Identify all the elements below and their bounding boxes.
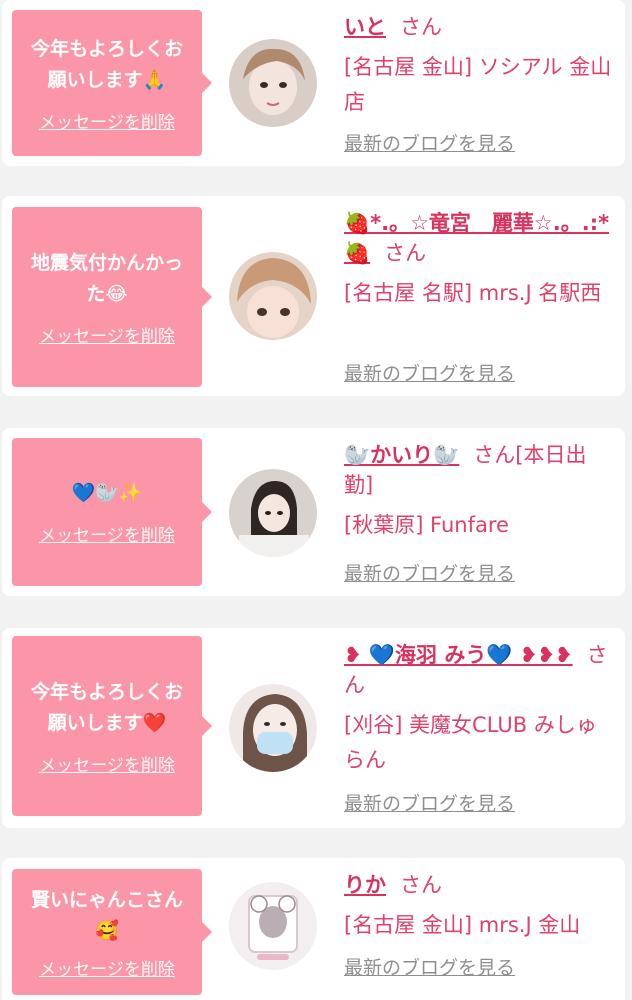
- avatar[interactable]: [229, 684, 317, 772]
- message-bubble: 今年もよろしくお願いします❤️ メッセージを削除: [12, 636, 212, 816]
- latest-blog-link[interactable]: 最新のブログを見る: [344, 953, 515, 980]
- latest-blog-link[interactable]: 最新のブログを見る: [344, 359, 515, 386]
- message-list: 今年もよろしくお願いします🙏 メッセージを削除 いと さん [名古屋 金山] ソシ…: [0, 0, 632, 1000]
- delete-message-link[interactable]: メッセージを削除: [39, 322, 175, 347]
- avatar[interactable]: [229, 469, 317, 557]
- delete-message-link[interactable]: メッセージを削除: [39, 521, 175, 546]
- message-text: 賢いにゃんこさん🥰: [30, 888, 183, 942]
- avatar[interactable]: [229, 882, 317, 970]
- message-text: 今年もよろしくお願いします🙏: [30, 37, 183, 91]
- honorific: さん: [384, 241, 427, 265]
- latest-blog-link[interactable]: 最新のブログを見る: [344, 789, 515, 816]
- shop-info: [名古屋 名駅] mrs.J 名駅西: [344, 281, 602, 305]
- message-bubble: 💙🦭✨ メッセージを削除: [12, 438, 212, 586]
- message-text: 地震気付かんかった😂: [30, 251, 183, 305]
- latest-blog-link[interactable]: 最新のブログを見る: [344, 559, 515, 586]
- sender-name-link[interactable]: りか: [344, 873, 386, 897]
- sender-name-link[interactable]: いと: [344, 15, 386, 39]
- avatar[interactable]: [229, 39, 317, 127]
- message-text: 今年もよろしくお願いします❤️: [30, 680, 183, 734]
- shop-info: [秋葉原] Funfare: [344, 513, 509, 537]
- latest-blog-link[interactable]: 最新のブログを見る: [344, 129, 515, 156]
- shop-info: [刈谷] 美魔女CLUB みしゅらん: [344, 713, 597, 772]
- message-bubble: 賢いにゃんこさん🥰 メッセージを削除: [12, 869, 212, 995]
- delete-message-link[interactable]: メッセージを削除: [39, 751, 175, 776]
- message-bubble: 地震気付かんかった😂 メッセージを削除: [12, 207, 212, 387]
- message-bubble: 今年もよろしくお願いします🙏 メッセージを削除: [12, 10, 212, 156]
- avatar[interactable]: [229, 252, 317, 340]
- message-card: 今年もよろしくお願いします🙏 メッセージを削除 いと さん [名古屋 金山] ソシ…: [2, 0, 625, 166]
- shop-info: [名古屋 金山] ソシアル 金山店: [344, 55, 612, 114]
- sender-name-link[interactable]: ❥ 💙海羽 みう💙 ❥❥❥: [344, 643, 573, 667]
- message-text: 💙🦭✨: [71, 482, 143, 504]
- message-card: 今年もよろしくお願いします❤️ メッセージを削除 ❥ 💙海羽 みう💙 ❥❥❥ さん…: [2, 628, 625, 828]
- shop-info: [名古屋 金山] mrs.J 金山: [344, 913, 581, 937]
- honorific: さん: [400, 15, 442, 39]
- honorific: さん: [400, 873, 442, 897]
- message-card: 地震気付かんかった😂 メッセージを削除 🍓*.。☆竜宮 麗華☆.。.:*🍓 さん …: [2, 196, 625, 396]
- sender-name-link[interactable]: 🦭かいり🦭: [344, 443, 459, 467]
- delete-message-link[interactable]: メッセージを削除: [39, 955, 175, 980]
- message-card: 賢いにゃんこさん🥰 メッセージを削除 りか さん [名古屋 金山] mrs.J 金…: [2, 858, 625, 1000]
- delete-message-link[interactable]: メッセージを削除: [39, 108, 175, 133]
- message-card: 💙🦭✨ メッセージを削除 🦭かいり🦭 さん[本日出勤] [秋葉原] Funfare…: [2, 428, 625, 596]
